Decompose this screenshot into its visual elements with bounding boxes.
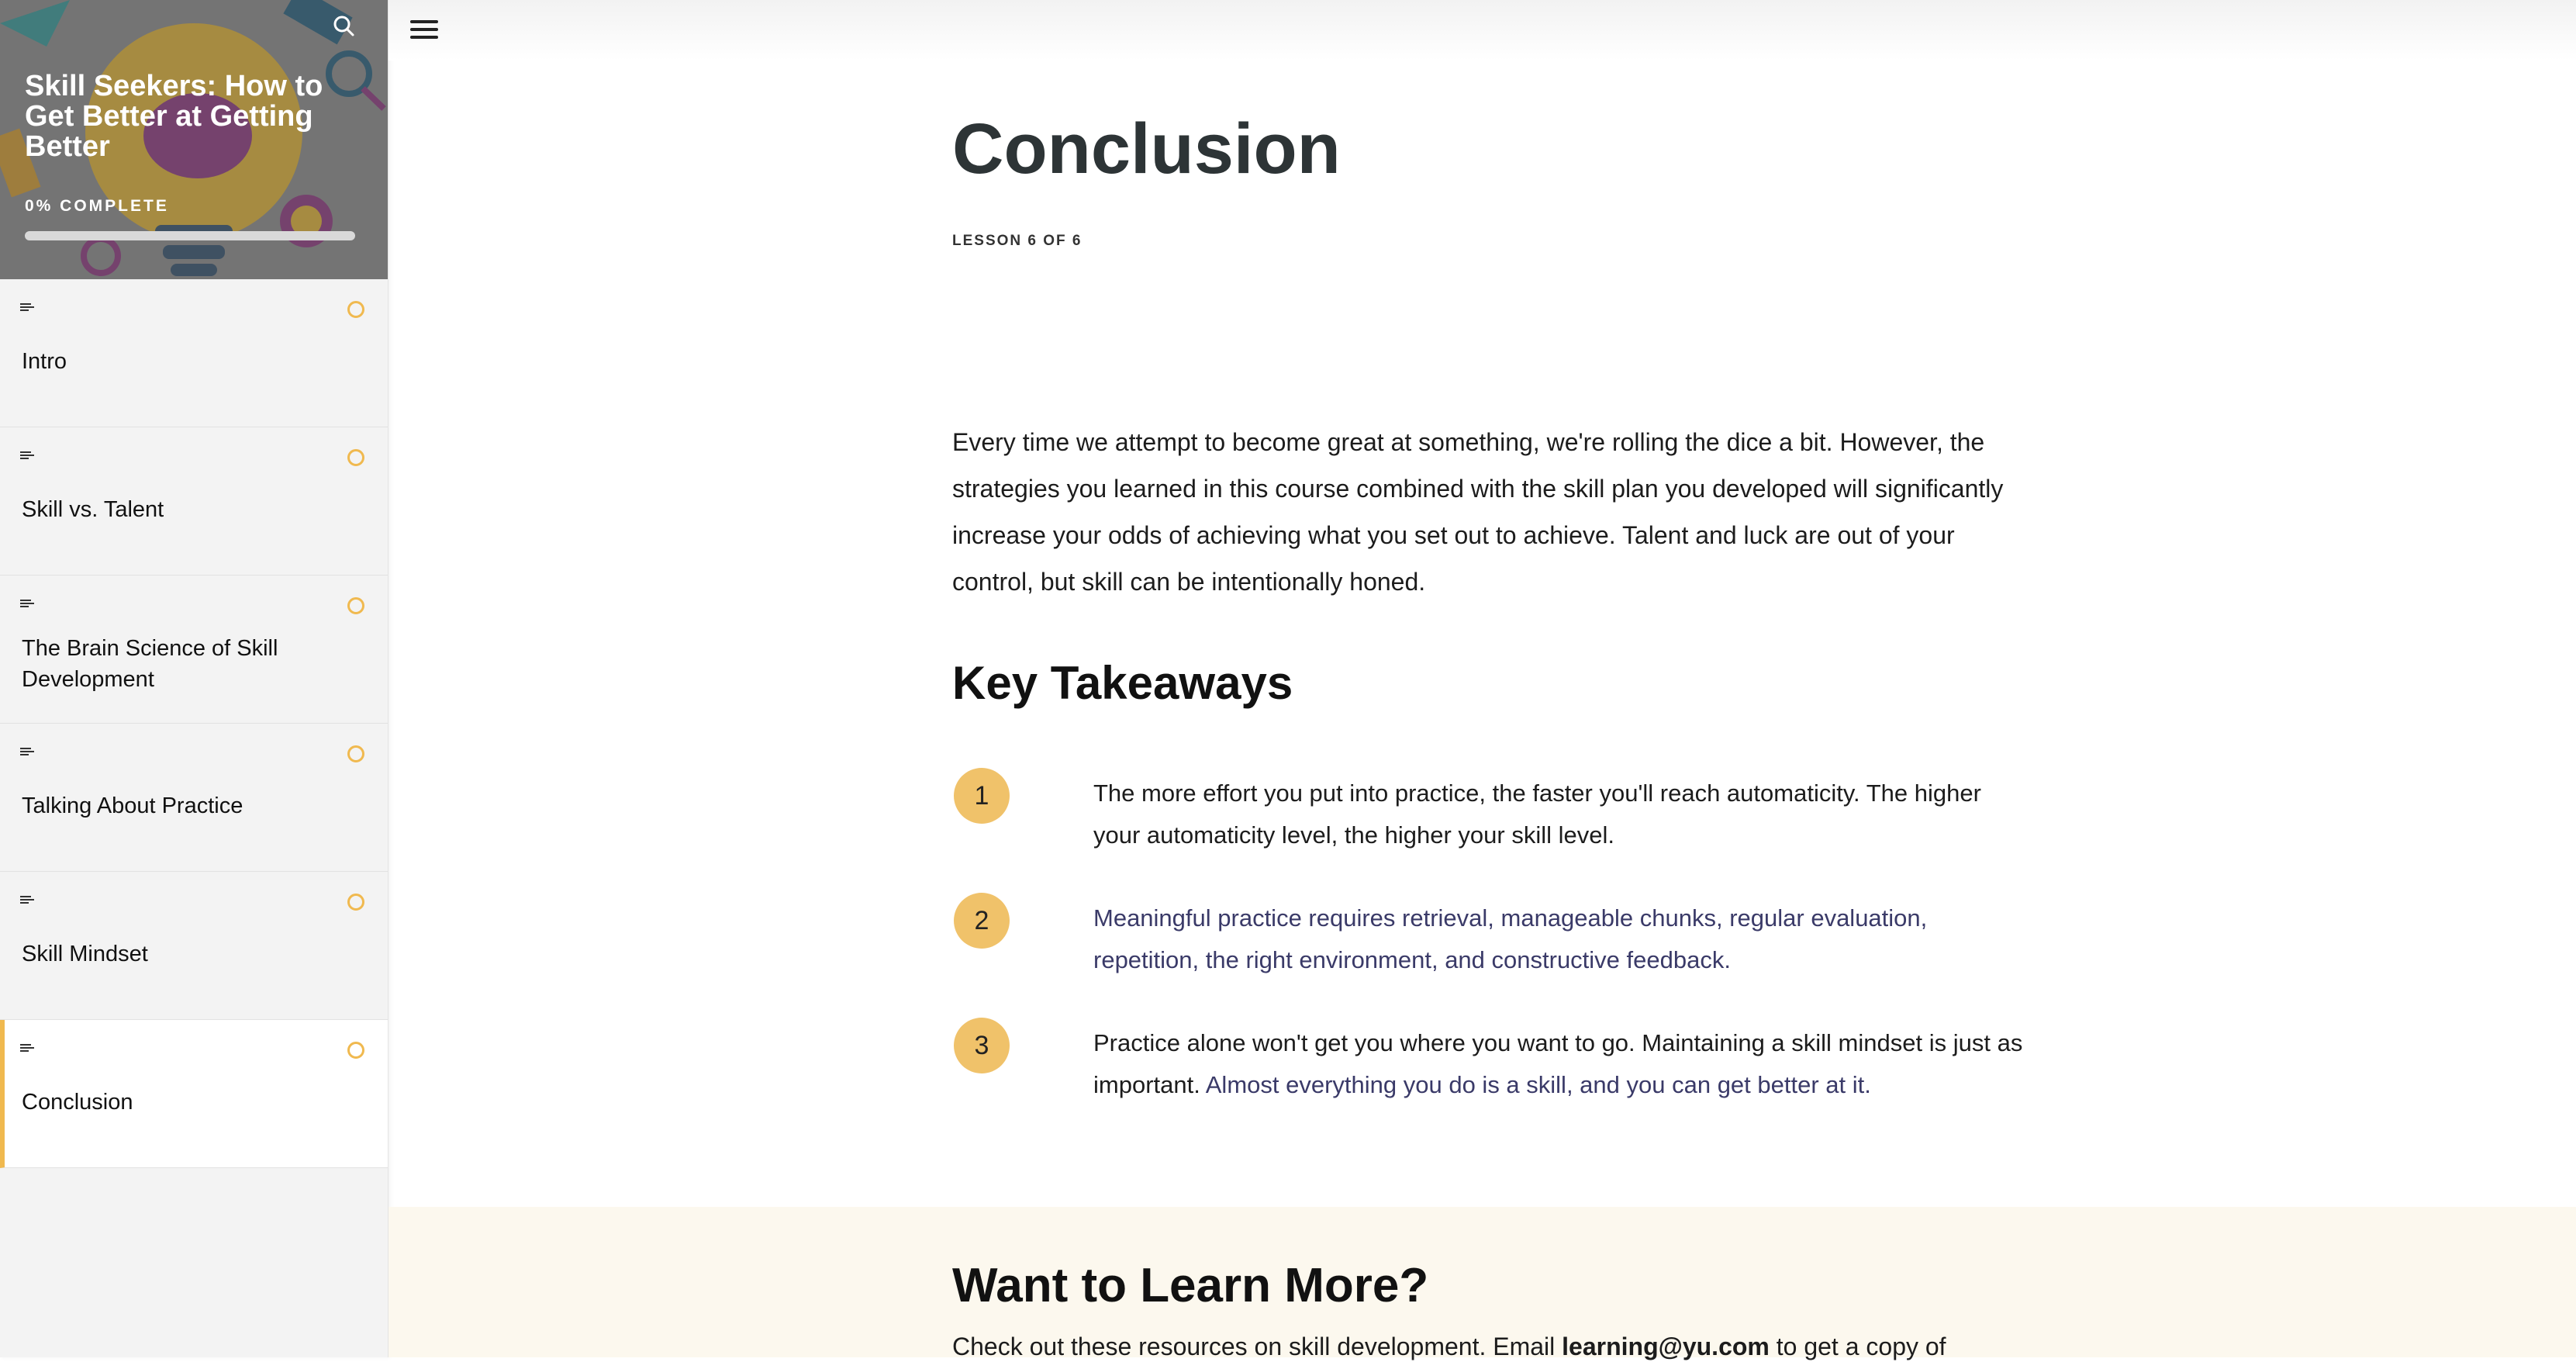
sidebar-item-label: Skill vs. Talent [22,497,164,522]
number-badge: 2 [954,893,1010,949]
learn-more-section: Want to Learn More? Check out these reso… [388,1207,2576,1360]
learn-more-heading: Want to Learn More? [952,1259,1429,1312]
text-lines-icon [20,451,34,459]
incomplete-circle-icon [347,449,364,466]
sidebar-item-brain-science[interactable]: The Brain Science of Skill Development [0,576,388,724]
course-sidebar: Skill Seekers: How to Get Better at Gett… [0,0,388,1357]
progress-bar [25,231,355,240]
lesson-list: Intro Skill vs. Talent The Brain Science… [0,279,388,1168]
menu-button[interactable] [407,16,441,45]
incomplete-circle-icon [347,301,364,318]
course-hero: Skill Seekers: How to Get Better at Gett… [0,0,388,279]
key-takeaways-heading: Key Takeaways [952,657,1293,709]
learn-more-text: Check out these resources on skill devel… [952,1333,1946,1360]
text-lines-icon [20,896,34,904]
takeaway-text: Meaningful practice requires retrieval, … [1093,904,1928,973]
page-title: Conclusion [952,109,1341,188]
number-badge: 1 [954,768,1010,824]
sidebar-item-skill-mindset[interactable]: Skill Mindset [0,872,388,1020]
takeaway-text: The more effort you put into practice, t… [1093,780,1981,849]
progress-label: 0% COMPLETE [25,197,169,215]
sidebar-item-label: Talking About Practice [22,793,243,818]
sidebar-item-conclusion[interactable]: Conclusion [0,1020,388,1168]
text-lines-icon [20,303,34,311]
number-badge: 3 [954,1018,1010,1073]
text-lines-icon [20,748,34,755]
incomplete-circle-icon [347,597,364,614]
sidebar-item-label: Skill Mindset [22,942,148,966]
incomplete-circle-icon [347,745,364,762]
email-link[interactable]: learning@yu.com [1562,1333,1770,1360]
sidebar-item-label: Conclusion [22,1090,133,1115]
top-bar [388,0,2576,60]
text-lines-icon [20,1044,34,1052]
sidebar-item-label: The Brain Science of Skill Development [22,636,278,692]
incomplete-circle-icon [347,894,364,911]
sidebar-item-intro[interactable]: Intro [0,279,388,427]
sidebar-item-skill-vs-talent[interactable]: Skill vs. Talent [0,427,388,576]
text-lines-icon [20,600,34,607]
sidebar-item-label: Intro [22,349,67,374]
lesson-count: LESSON 6 OF 6 [952,233,1083,249]
search-button[interactable] [332,14,366,48]
sidebar-item-talking-about-practice[interactable]: Talking About Practice [0,724,388,872]
course-title: Skill Seekers: How to Get Better at Gett… [25,70,323,163]
incomplete-circle-icon [347,1042,364,1059]
intro-paragraph: Every time we attempt to become great at… [952,428,2004,596]
search-icon [333,16,354,36]
hamburger-menu-icon [410,20,438,23]
takeaway-text: Practice alone won't get you where you w… [1093,1029,2023,1098]
